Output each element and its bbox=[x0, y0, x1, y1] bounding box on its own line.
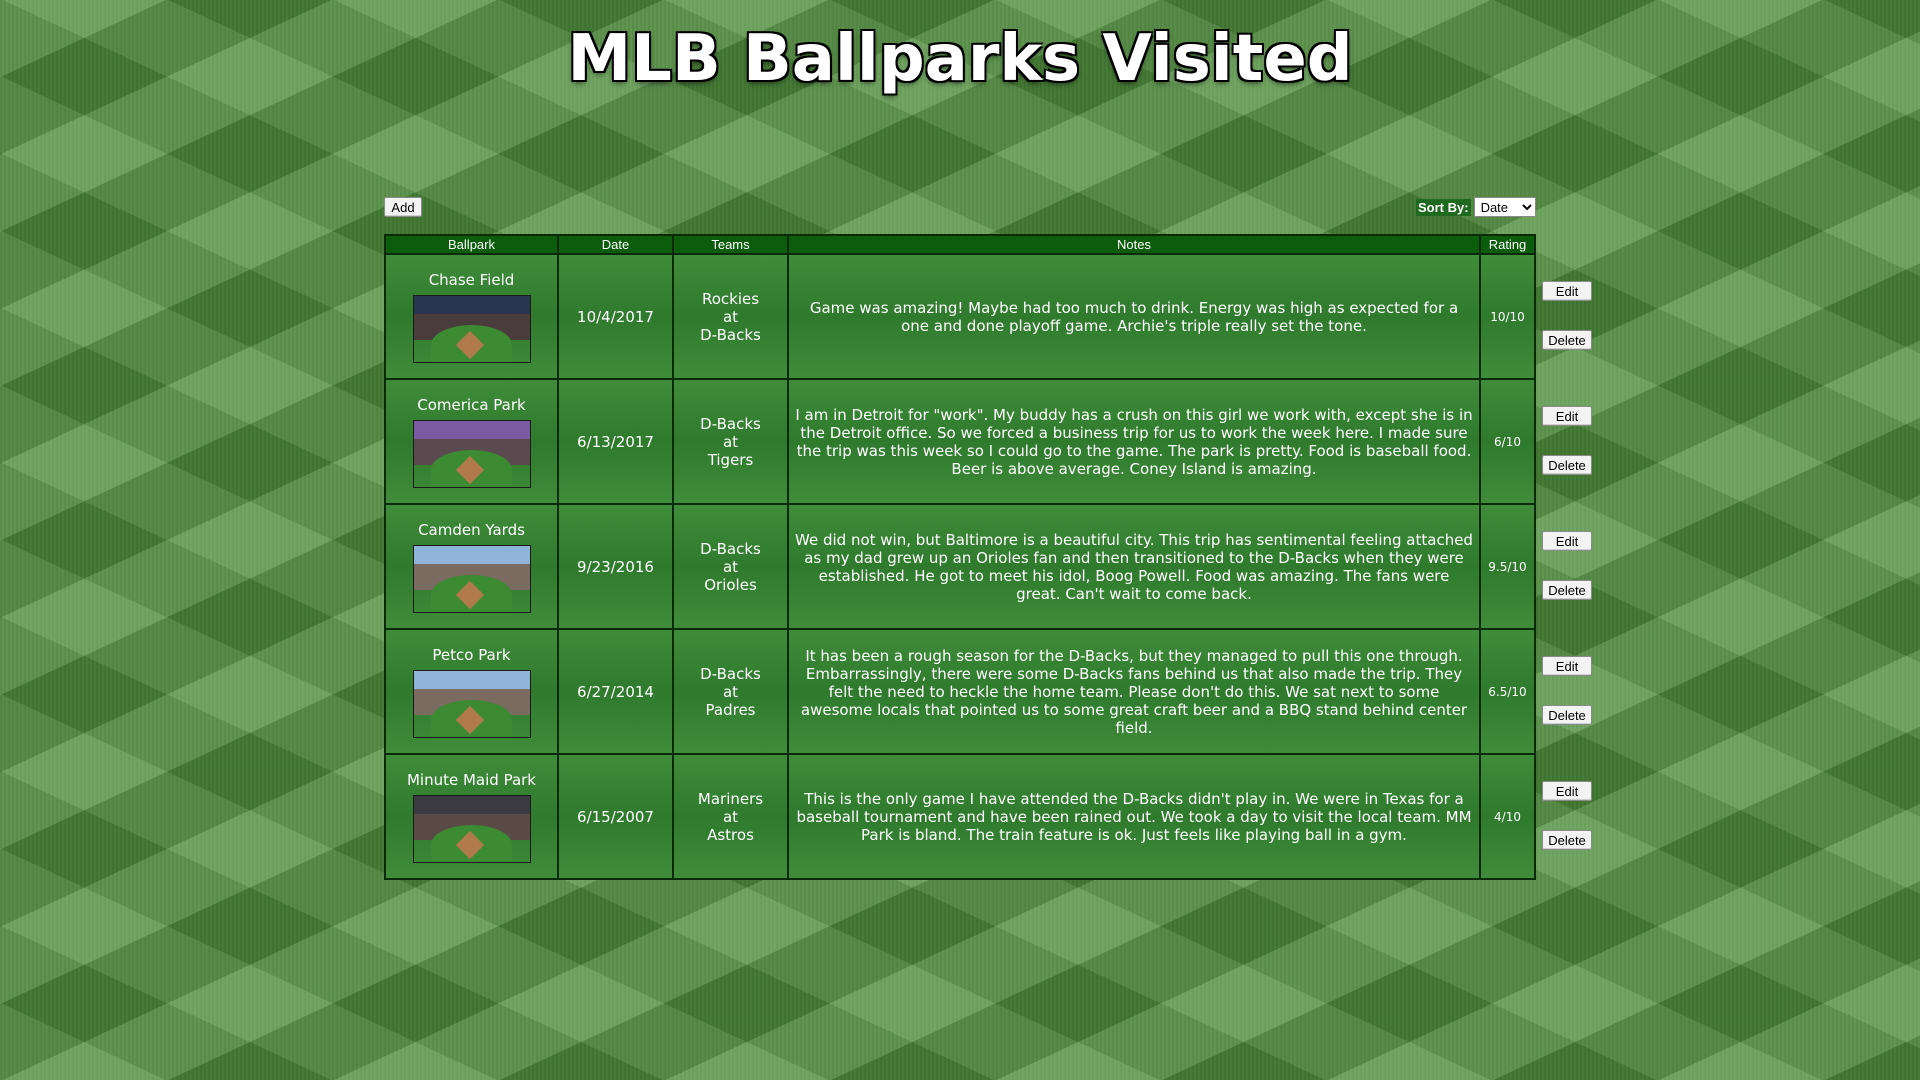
teams-cell: D-Backs at Tigers bbox=[674, 380, 789, 503]
date-cell: 9/23/2016 bbox=[559, 505, 674, 628]
ballpark-name: Minute Maid Park bbox=[406, 770, 536, 789]
delete-button[interactable]: Delete bbox=[1542, 705, 1592, 725]
sort-control: Sort By: Date bbox=[1416, 197, 1536, 217]
add-button[interactable]: Add bbox=[384, 197, 422, 217]
header-teams: Teams bbox=[674, 236, 789, 253]
notes-cell: It has been a rough season for the D-Bac… bbox=[789, 630, 1481, 753]
date-cell: 6/15/2007 bbox=[559, 755, 674, 878]
date-cell: 6/13/2017 bbox=[559, 380, 674, 503]
ballpark-photo bbox=[412, 544, 531, 613]
table-row: Petco Park 6/27/2014 D-Backs at Padres I… bbox=[386, 628, 1534, 753]
edit-button[interactable]: Edit bbox=[1542, 656, 1592, 676]
table-row: Chase Field 10/4/2017 Rockies at D-Backs… bbox=[386, 253, 1534, 378]
edit-button[interactable]: Edit bbox=[1542, 406, 1592, 426]
home-team: Astros bbox=[707, 825, 754, 844]
teams-at: at bbox=[722, 682, 739, 701]
ballpark-name: Chase Field bbox=[428, 270, 515, 289]
delete-button[interactable]: Delete bbox=[1542, 455, 1592, 475]
away-team: Rockies bbox=[701, 289, 760, 308]
ballparks-table: Ballpark Date Teams Notes Rating Chase F… bbox=[384, 234, 1536, 880]
home-team: D-Backs bbox=[700, 325, 761, 344]
ballpark-cell: Minute Maid Park bbox=[386, 755, 559, 878]
home-team: Tigers bbox=[707, 450, 754, 469]
away-team: D-Backs bbox=[700, 664, 761, 683]
table-row: Camden Yards 9/23/2016 D-Backs at Oriole… bbox=[386, 503, 1534, 628]
delete-button[interactable]: Delete bbox=[1542, 580, 1592, 600]
away-team: Mariners bbox=[697, 789, 764, 808]
home-team: Orioles bbox=[704, 575, 757, 594]
ballpark-photo bbox=[412, 794, 531, 863]
notes-cell: I am in Detroit for "work". My buddy has… bbox=[789, 380, 1481, 503]
teams-cell: D-Backs at Padres bbox=[674, 630, 789, 753]
header-notes: Notes bbox=[789, 236, 1481, 253]
sort-label: Sort By: bbox=[1416, 198, 1471, 216]
ballpark-photo bbox=[412, 419, 531, 488]
rating-cell: 6/10 bbox=[1481, 380, 1534, 503]
notes-cell: We did not win, but Baltimore is a beaut… bbox=[789, 505, 1481, 628]
rating-cell: 9.5/10 bbox=[1481, 505, 1534, 628]
notes-cell: Game was amazing! Maybe had too much to … bbox=[789, 255, 1481, 378]
sort-select[interactable]: Date bbox=[1473, 197, 1536, 217]
ballpark-cell: Camden Yards bbox=[386, 505, 559, 628]
date-cell: 10/4/2017 bbox=[559, 255, 674, 378]
table-row: Comerica Park 6/13/2017 D-Backs at Tiger… bbox=[386, 378, 1534, 503]
edit-button[interactable]: Edit bbox=[1542, 531, 1592, 551]
date-cell: 6/27/2014 bbox=[559, 630, 674, 753]
delete-button[interactable]: Delete bbox=[1542, 330, 1592, 350]
ballpark-name: Petco Park bbox=[432, 645, 511, 664]
away-team: D-Backs bbox=[700, 414, 761, 433]
table-row: Minute Maid Park 6/15/2007 Mariners at A… bbox=[386, 753, 1534, 878]
teams-at: at bbox=[722, 432, 739, 451]
edit-button[interactable]: Edit bbox=[1542, 281, 1592, 301]
teams-at: at bbox=[722, 807, 739, 826]
ballpark-photo bbox=[412, 669, 531, 738]
delete-button[interactable]: Delete bbox=[1542, 830, 1592, 850]
ballpark-photo bbox=[412, 294, 531, 363]
rating-cell: 4/10 bbox=[1481, 755, 1534, 878]
teams-at: at bbox=[722, 307, 739, 326]
rating-cell: 10/10 bbox=[1481, 255, 1534, 378]
rating-cell: 6.5/10 bbox=[1481, 630, 1534, 753]
page-title: MLB Ballparks Visited bbox=[567, 22, 1353, 96]
edit-button[interactable]: Edit bbox=[1542, 781, 1592, 801]
home-team: Padres bbox=[705, 700, 756, 719]
notes-cell: This is the only game I have attended th… bbox=[789, 755, 1481, 878]
header-date: Date bbox=[559, 236, 674, 253]
ballpark-name: Camden Yards bbox=[418, 520, 525, 539]
table-body: Chase Field 10/4/2017 Rockies at D-Backs… bbox=[386, 253, 1534, 878]
ballpark-cell: Petco Park bbox=[386, 630, 559, 753]
away-team: D-Backs bbox=[700, 539, 761, 558]
teams-cell: Rockies at D-Backs bbox=[674, 255, 789, 378]
ballpark-cell: Comerica Park bbox=[386, 380, 559, 503]
table-header: Ballpark Date Teams Notes Rating bbox=[386, 236, 1534, 253]
teams-cell: D-Backs at Orioles bbox=[674, 505, 789, 628]
teams-at: at bbox=[722, 557, 739, 576]
header-rating: Rating bbox=[1488, 237, 1527, 252]
ballpark-name: Comerica Park bbox=[417, 395, 526, 414]
teams-cell: Mariners at Astros bbox=[674, 755, 789, 878]
ballpark-cell: Chase Field bbox=[386, 255, 559, 378]
header-ballpark: Ballpark bbox=[386, 236, 559, 253]
